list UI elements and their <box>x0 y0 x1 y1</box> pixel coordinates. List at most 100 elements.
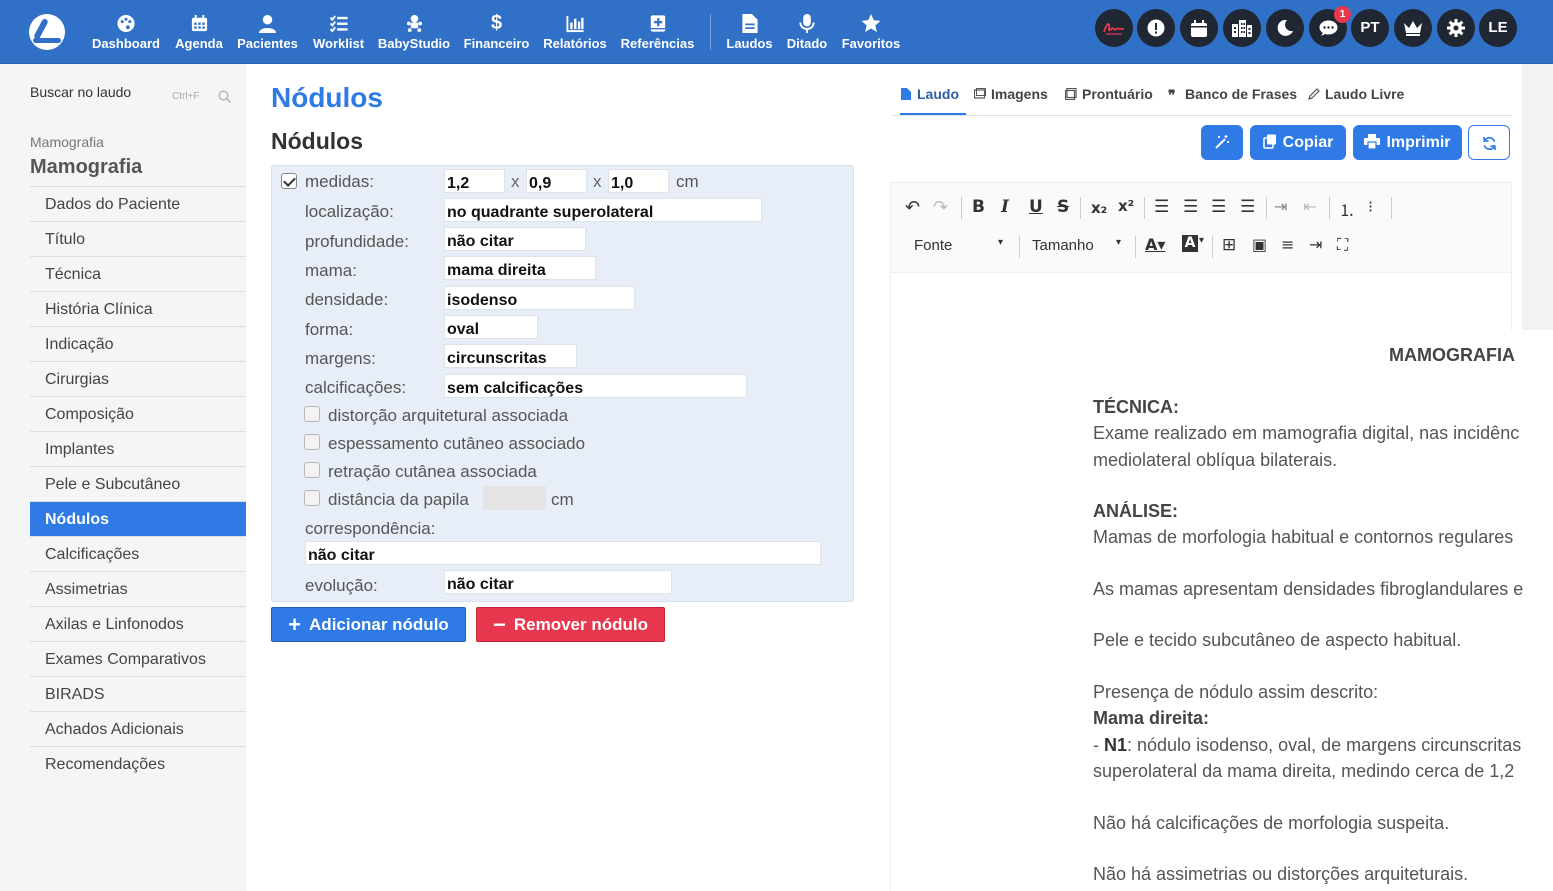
sidebar-item-dados-do-paciente[interactable]: Dados do Paciente <box>30 186 246 221</box>
redo-icon[interactable]: ↷ <box>933 197 948 218</box>
sidebar-item-historia-clinica[interactable]: História Clínica <box>30 291 246 326</box>
tab-laudo-livre[interactable]: Laudo Livre <box>1308 84 1404 116</box>
medida-2-input[interactable]: 0,9 <box>526 169 587 193</box>
espessamento-checkbox[interactable] <box>304 434 320 450</box>
image-icon[interactable]: ▣ <box>1252 235 1267 254</box>
doc-n1-bold: N1 <box>1104 735 1128 755</box>
align-justify-icon[interactable]: ☰ <box>1240 197 1255 217</box>
table-icon[interactable]: ⊞ <box>1222 235 1236 255</box>
sidebar-item-calcificacoes[interactable]: Calcificações <box>30 536 246 571</box>
medida-3-input[interactable]: 1,0 <box>608 169 669 193</box>
retracao-checkbox[interactable] <box>304 462 320 478</box>
add-nodule-button[interactable]: + Adicionar nódulo <box>271 607 466 642</box>
fullscreen-icon[interactable]: ⛶ <box>1337 235 1348 255</box>
densidade-select[interactable]: isodenso <box>444 286 635 310</box>
mama-select[interactable]: mama direita <box>444 256 596 280</box>
nav-referencias[interactable]: Referências <box>619 14 696 54</box>
nav-relatorios[interactable]: Relatórios <box>542 14 608 54</box>
nav-favoritos[interactable]: Favoritos <box>841 14 901 54</box>
sidebar-item-assimetrias[interactable]: Assimetrias <box>30 571 246 606</box>
sidebar-item-exames-comparativos[interactable]: Exames Comparativos <box>30 641 246 676</box>
align-center-icon[interactable]: ☰ <box>1183 197 1198 217</box>
medidas-checkbox[interactable] <box>281 173 297 189</box>
sidebar-item-implantes[interactable]: Implantes <box>30 431 246 466</box>
refresh-button[interactable] <box>1468 125 1510 160</box>
tab-banco-de-frases[interactable]: ❞ Banco de Frases <box>1168 84 1297 116</box>
alert-button[interactable] <box>1137 9 1175 47</box>
outdent-icon[interactable]: ⇤ <box>1303 197 1316 216</box>
app-logo[interactable] <box>29 14 65 50</box>
align-right-icon[interactable]: ☰ <box>1211 197 1226 217</box>
calcificacoes-select[interactable]: sem calcificações <box>444 374 747 398</box>
sidebar-item-recomendacoes[interactable]: Recomendações <box>30 746 246 781</box>
section-title: Mamografia <box>30 156 143 178</box>
document-icon <box>901 88 911 100</box>
bullet-list-icon[interactable]: ⁝ <box>1368 197 1373 216</box>
distorcao-checkbox[interactable] <box>304 406 320 422</box>
strikethrough-icon[interactable]: S <box>1057 197 1069 217</box>
tab-indent-icon[interactable]: ⇥ <box>1309 235 1322 254</box>
editor-toolbar: ↶ ↷ B I U S x₂ x² ☰ ☰ ☰ ☰ ⇥ ⇤ ⒈ ⁝ Fonte ▾… <box>891 183 1511 273</box>
nav-dashboard[interactable]: Dashboard <box>91 14 161 54</box>
sidebar-item-cirurgias[interactable]: Cirurgias <box>30 361 246 396</box>
sidebar-item-pele-e-subcutaneo[interactable]: Pele e Subcutâneo <box>30 466 246 501</box>
page-scrollbar[interactable] <box>1522 64 1553 330</box>
nav-ditado[interactable]: Ditado <box>786 14 828 54</box>
profundidade-select[interactable]: não citar <box>444 227 586 251</box>
size-dropdown[interactable]: Tamanho ▾ <box>1032 237 1121 254</box>
underline-icon[interactable]: U <box>1029 197 1043 217</box>
horizontal-rule-icon[interactable]: ≡ <box>1281 235 1294 254</box>
language-button[interactable]: PT <box>1351 9 1389 47</box>
nav-babystudio[interactable]: BabyStudio <box>377 14 451 54</box>
caret-down-icon[interactable]: ▾ <box>1199 235 1204 246</box>
subscript-icon[interactable]: x₂ <box>1091 199 1107 217</box>
user-avatar[interactable]: LE <box>1479 9 1517 47</box>
dark-mode-button[interactable] <box>1266 9 1304 47</box>
page-title: Nódulos <box>271 82 383 113</box>
premium-button[interactable] <box>1394 9 1432 47</box>
medida-1-input[interactable]: 1,2 <box>444 169 505 193</box>
distancia-checkbox[interactable] <box>304 490 320 506</box>
sidebar-item-indicacao[interactable]: Indicação <box>30 326 246 361</box>
auto-format-button[interactable] <box>1201 125 1243 160</box>
tab-laudo[interactable]: Laudo <box>900 84 966 116</box>
indent-icon[interactable]: ⇥ <box>1274 197 1287 216</box>
report-search[interactable]: Buscar no laudo Ctrl+F <box>30 84 236 108</box>
building-button[interactable] <box>1223 9 1261 47</box>
highlight-color-icon[interactable]: A <box>1182 235 1198 252</box>
sidebar-item-nodulos[interactable]: Nódulos <box>30 501 246 536</box>
undo-icon[interactable]: ↶ <box>905 197 920 218</box>
font-dropdown[interactable]: Fonte ▾ <box>914 237 1003 254</box>
sidebar-item-birads[interactable]: BIRADS <box>30 676 246 711</box>
superscript-icon[interactable]: x² <box>1118 197 1134 215</box>
sidebar-item-achados-adicionais[interactable]: Achados Adicionais <box>30 711 246 746</box>
align-left-icon[interactable]: ☰ <box>1154 197 1169 217</box>
sidebar-item-titulo[interactable]: Título <box>30 221 246 256</box>
nav-financeiro[interactable]: $ Financeiro <box>463 13 530 54</box>
font-color-icon[interactable]: A▾ <box>1145 235 1165 254</box>
tab-prontuario[interactable]: Prontuário <box>1065 84 1153 116</box>
remove-nodule-button[interactable]: − Remover nódulo <box>476 607 665 642</box>
tab-imagens[interactable]: Imagens <box>974 84 1048 116</box>
signature-button[interactable] <box>1095 9 1133 47</box>
evolucao-select[interactable]: não citar <box>444 570 672 594</box>
bold-icon[interactable]: B <box>972 197 985 217</box>
print-button[interactable]: Imprimir <box>1353 125 1462 160</box>
nav-agenda[interactable]: Agenda <box>173 14 225 54</box>
margens-select[interactable]: circunscritas <box>444 344 577 368</box>
nav-pacientes[interactable]: Pacientes <box>236 14 299 54</box>
distancia-input[interactable] <box>483 486 546 510</box>
calendar-button[interactable] <box>1180 9 1218 47</box>
forma-select[interactable]: oval <box>444 315 538 339</box>
localizacao-select[interactable]: no quadrante superolateral <box>444 198 762 222</box>
copy-button[interactable]: Copiar <box>1250 125 1346 160</box>
ordered-list-icon[interactable]: ⒈ <box>1339 197 1355 221</box>
sidebar-item-axilas-e-linfonodos[interactable]: Axilas e Linfonodos <box>30 606 246 641</box>
nav-laudos[interactable]: Laudos <box>726 14 773 54</box>
italic-icon[interactable]: I <box>1001 197 1009 217</box>
sidebar-item-tecnica[interactable]: Técnica <box>30 256 246 291</box>
sidebar-item-composicao[interactable]: Composição <box>30 396 246 431</box>
settings-button[interactable] <box>1437 9 1475 47</box>
nav-worklist[interactable]: Worklist <box>311 14 366 54</box>
correspondencia-select[interactable]: não citar <box>305 541 821 565</box>
